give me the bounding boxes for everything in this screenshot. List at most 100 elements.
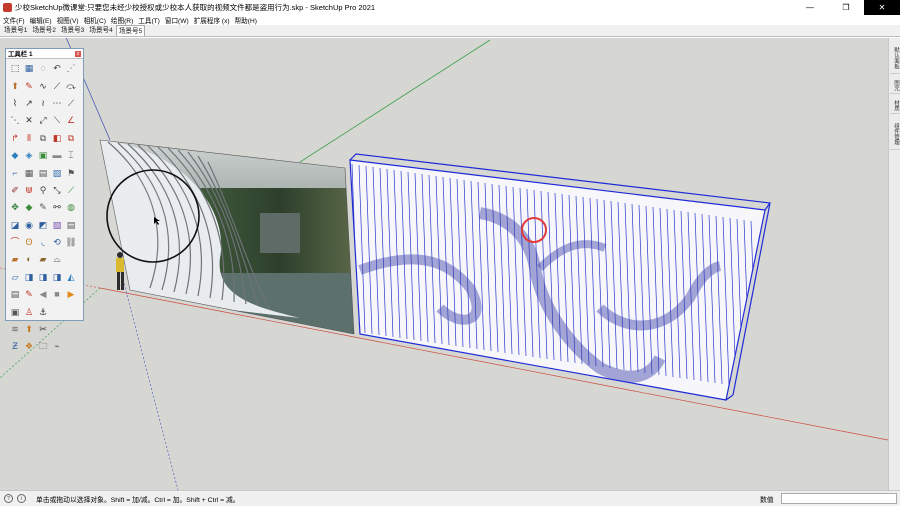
stripe-icon[interactable]: ▧: [50, 217, 64, 234]
flag-icon[interactable]: ⚑: [64, 164, 78, 181]
copy-icon[interactable]: ⧉: [36, 130, 50, 147]
menu-window[interactable]: 窗口(W): [165, 15, 189, 25]
arc-tool-icon[interactable]: ⌒: [8, 234, 22, 251]
menu-file[interactable]: 文件(F): [3, 15, 25, 25]
menu-view[interactable]: 视图(V): [57, 15, 79, 25]
z-axis-icon[interactable]: Ƶ: [8, 338, 22, 355]
freehand-icon[interactable]: ∿: [36, 77, 50, 94]
eraser-icon[interactable]: ✎: [36, 199, 50, 216]
toolbar-header[interactable]: 工具栏 1: [6, 49, 83, 59]
box-icon[interactable]: ▨: [50, 164, 64, 181]
layer-icon[interactable]: ▰: [8, 251, 22, 268]
globe-icon[interactable]: ◍: [64, 199, 78, 216]
help-icon[interactable]: ?: [4, 494, 13, 503]
brush-icon[interactable]: ✐: [8, 182, 22, 199]
solid-a-icon[interactable]: ◨: [22, 269, 36, 286]
marker-icon[interactable]: ⬆: [22, 321, 36, 338]
toolbar-close-button[interactable]: x: [75, 51, 81, 57]
minimize-button[interactable]: —: [792, 0, 828, 15]
scene-tab-5[interactable]: 场景号5: [115, 25, 146, 36]
dotted-select-icon[interactable]: ⋰: [64, 60, 78, 77]
plate-icon[interactable]: ▱: [8, 269, 22, 286]
angle-icon[interactable]: ∠: [64, 112, 78, 129]
arrow-icon[interactable]: ↗: [22, 95, 36, 112]
menu-edit[interactable]: 编辑(E): [30, 15, 52, 25]
arc-select-icon[interactable]: ↶: [50, 60, 64, 77]
tag-icon[interactable]: ⌁: [50, 338, 64, 355]
sweep-icon[interactable]: ⌐: [8, 164, 22, 181]
folder-icon[interactable]: 🗀: [36, 338, 50, 355]
shell-icon[interactable]: ▣: [36, 147, 50, 164]
diagonal-icon[interactable]: ⟋: [64, 95, 78, 112]
curve-icon[interactable]: ⤼: [64, 77, 78, 94]
camera-icon[interactable]: ▣: [8, 303, 22, 320]
bridge-icon[interactable]: ⌓: [50, 251, 64, 268]
bend-icon[interactable]: ↱: [8, 130, 22, 147]
line-icon[interactable]: ⟋: [50, 77, 64, 94]
close-button[interactable]: ✕: [864, 0, 900, 15]
scene-tab-3[interactable]: 场景号3: [59, 25, 86, 36]
stop-icon[interactable]: ■: [50, 286, 64, 303]
follow-icon[interactable]: ◈: [22, 147, 36, 164]
rotate-icon[interactable]: ⟲: [50, 234, 64, 251]
hole-icon[interactable]: ◉: [22, 217, 36, 234]
material-icon[interactable]: ❖: [22, 338, 36, 355]
scene-tab-1[interactable]: 场景号1: [2, 25, 29, 36]
flatten-icon[interactable]: ▬: [50, 147, 64, 164]
duplicate-icon[interactable]: ⧉: [64, 130, 78, 147]
pen-bar-icon[interactable]: ✎: [22, 286, 36, 303]
pencil-icon[interactable]: ✎: [22, 77, 36, 94]
lasso-icon[interactable]: ◌: [36, 60, 50, 77]
note-icon[interactable]: ▤: [8, 286, 22, 303]
solid-d-icon[interactable]: ◭: [64, 269, 78, 286]
menu-help[interactable]: 帮助(H): [235, 15, 257, 25]
modeling-viewport[interactable]: [0, 38, 888, 490]
play-icon[interactable]: ▶: [64, 286, 78, 303]
push-pull-icon[interactable]: ◆: [8, 147, 22, 164]
drawn-circle[interactable]: [106, 169, 200, 263]
paint-icon[interactable]: ⬆: [8, 77, 22, 94]
extend-icon[interactable]: ⤢: [36, 112, 50, 129]
stretch-icon[interactable]: ⤡: [50, 182, 64, 199]
dots-icon[interactable]: ⋯: [50, 95, 64, 112]
coil-icon[interactable]: ʘ: [22, 234, 36, 251]
grid-icon[interactable]: ▦: [22, 164, 36, 181]
scene-tab-4[interactable]: 场景号4: [87, 25, 114, 36]
menu-extensions[interactable]: 扩展程序 (x): [194, 15, 230, 25]
wave-icon[interactable]: ≀: [36, 95, 50, 112]
roll-icon[interactable]: ◐: [22, 251, 36, 268]
intersect-icon[interactable]: ✕: [22, 112, 36, 129]
pin-icon[interactable]: ⚲: [36, 182, 50, 199]
polyline-icon[interactable]: ⌇: [8, 95, 22, 112]
prev-icon[interactable]: ◀: [36, 286, 50, 303]
folder-box-icon[interactable]: ▤: [64, 217, 78, 234]
scene-tab-2[interactable]: 场景号2: [30, 25, 57, 36]
measure-icon[interactable]: ⌶: [64, 147, 78, 164]
tray-tab-entity[interactable]: 图元: [890, 78, 900, 94]
tray-tab-materials[interactable]: 材质: [890, 98, 900, 114]
menu-tools[interactable]: 工具(T): [138, 15, 160, 25]
tray-tab-components[interactable]: 组件管理: [890, 118, 900, 150]
anchor-icon[interactable]: ⚓: [36, 303, 50, 320]
select-icon[interactable]: ⬚: [8, 60, 22, 77]
component-icon[interactable]: ▦: [22, 60, 36, 77]
move-icon[interactable]: ✥: [8, 199, 22, 216]
wood-icon[interactable]: ▰: [36, 251, 50, 268]
scissors-icon[interactable]: ✂: [36, 321, 50, 338]
split-icon[interactable]: ⋱: [8, 112, 22, 129]
parallel-icon[interactable]: ⫴: [22, 130, 36, 147]
viewport-canvas[interactable]: [0, 38, 888, 490]
tray-tab-default[interactable]: 默认面板: [890, 42, 900, 74]
wireless-icon[interactable]: ≋: [8, 321, 22, 338]
cube-icon[interactable]: ◩: [36, 217, 50, 234]
weld-icon[interactable]: ⚯: [50, 199, 64, 216]
measurements-input[interactable]: [781, 493, 897, 504]
stack-icon[interactable]: ◧: [50, 130, 64, 147]
solid-tools-icon[interactable]: ◪: [8, 217, 22, 234]
scale-figure[interactable]: [116, 252, 124, 290]
figure-icon[interactable]: ♙: [22, 303, 36, 320]
menu-draw[interactable]: 绘图(R): [111, 15, 133, 25]
striped-panel-model[interactable]: [349, 153, 772, 401]
terrain-icon[interactable]: ◆: [22, 199, 36, 216]
info-icon[interactable]: i: [17, 494, 26, 503]
